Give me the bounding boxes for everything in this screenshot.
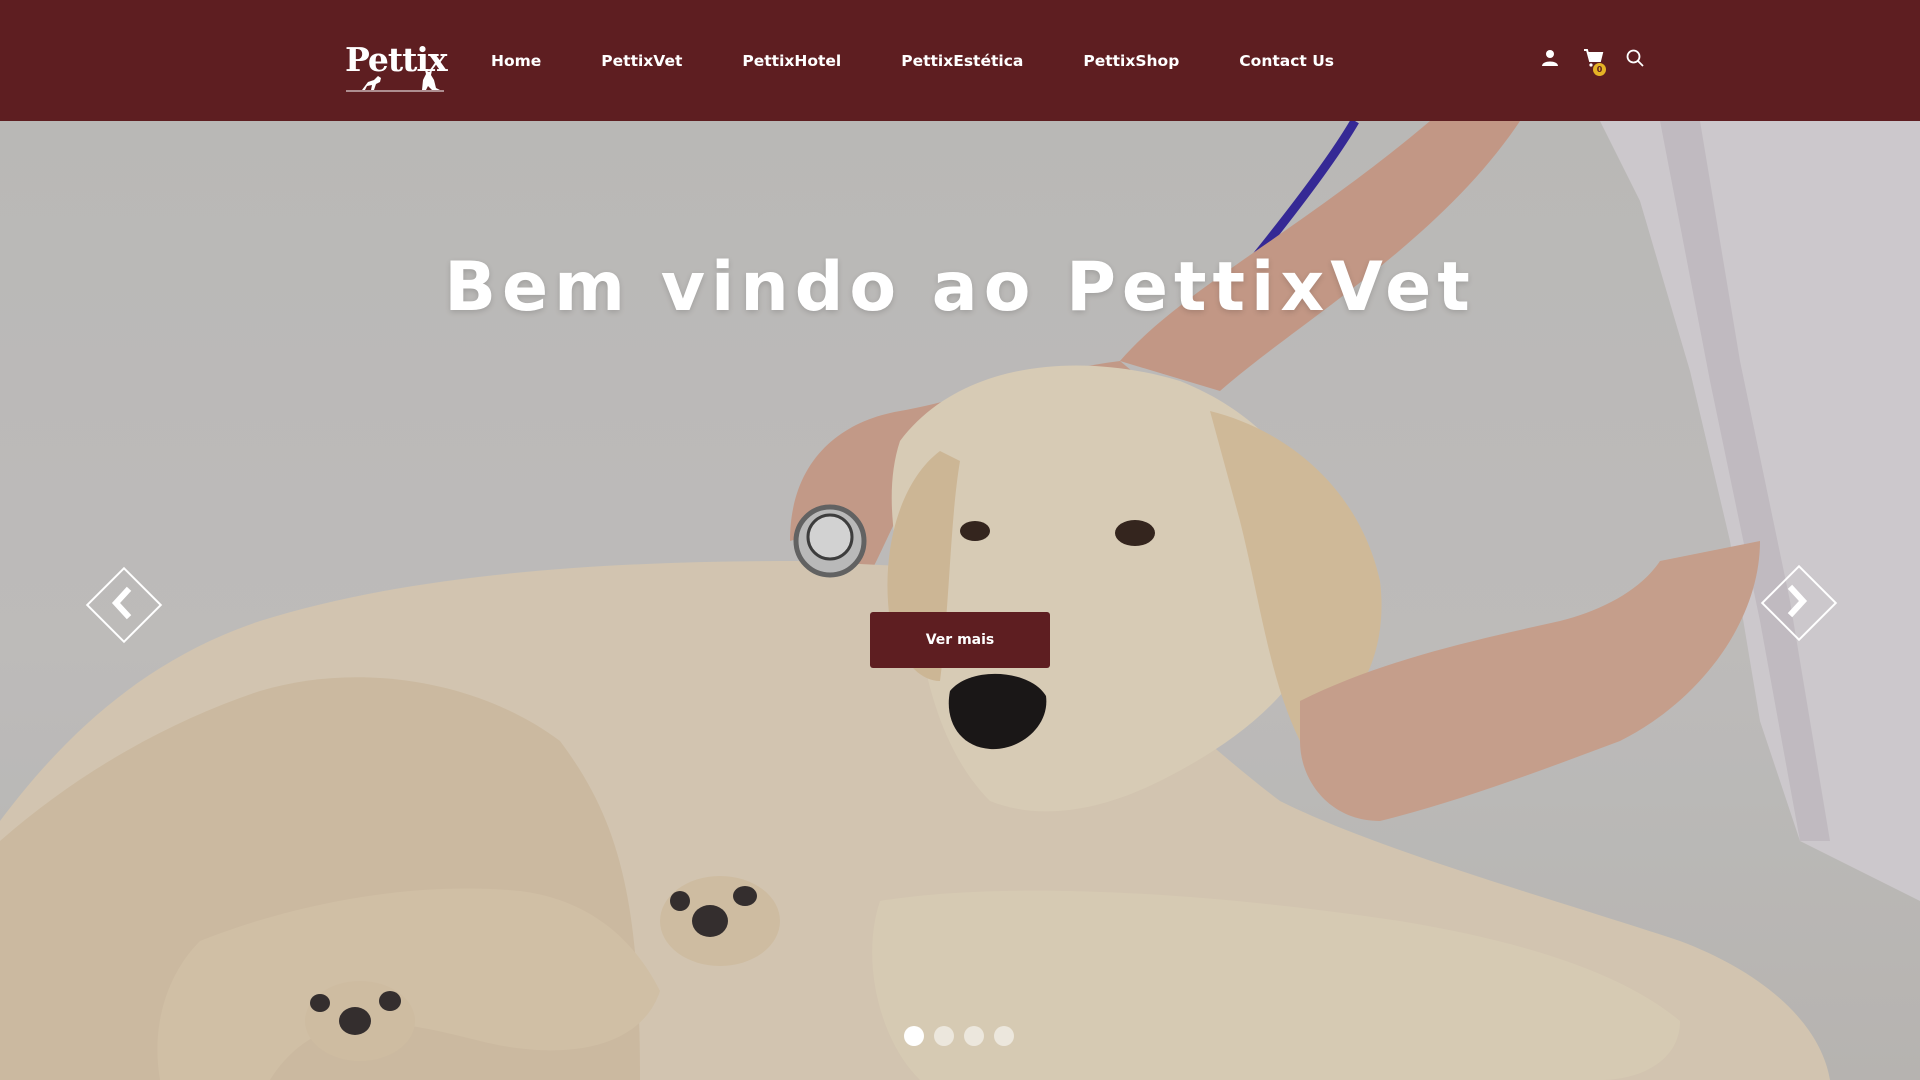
slider-dot-3[interactable] (964, 1026, 984, 1046)
nav-contact-us[interactable]: Contact Us (1238, 48, 1335, 74)
main-nav: Home PettixVet PettixHotel PettixEstétic… (490, 48, 1335, 74)
pettix-logo[interactable]: Pettix (340, 38, 450, 92)
slider-dot-2[interactable] (934, 1026, 954, 1046)
nav-home[interactable]: Home (490, 48, 542, 74)
search-icon[interactable] (1625, 48, 1645, 72)
logo-pets-icon (346, 70, 444, 92)
chevron-right-icon (1787, 584, 1808, 618)
slider-dot-1[interactable] (904, 1026, 924, 1046)
hero-slider: Bem vindo ao PettixVet Ver mais (0, 121, 1920, 1080)
site-header: Pettix Home PettixVet PettixHotel Pettix… (0, 0, 1920, 121)
user-icon[interactable] (1540, 48, 1560, 72)
chevron-left-icon (111, 586, 132, 620)
nav-pettixshop[interactable]: PettixShop (1082, 48, 1180, 74)
nav-pettixhotel[interactable]: PettixHotel (741, 48, 842, 74)
nav-pettixestetica[interactable]: PettixEstética (900, 48, 1024, 74)
hero-title: Bem vindo ao PettixVet (444, 248, 1476, 327)
cart-count-badge: 0 (1593, 63, 1606, 76)
ver-mais-button[interactable]: Ver mais (870, 612, 1050, 668)
nav-pettixvet[interactable]: PettixVet (600, 48, 683, 74)
slider-prev-button[interactable] (85, 566, 163, 644)
slider-next-button[interactable] (1760, 564, 1838, 642)
slider-dot-4[interactable] (994, 1026, 1014, 1046)
